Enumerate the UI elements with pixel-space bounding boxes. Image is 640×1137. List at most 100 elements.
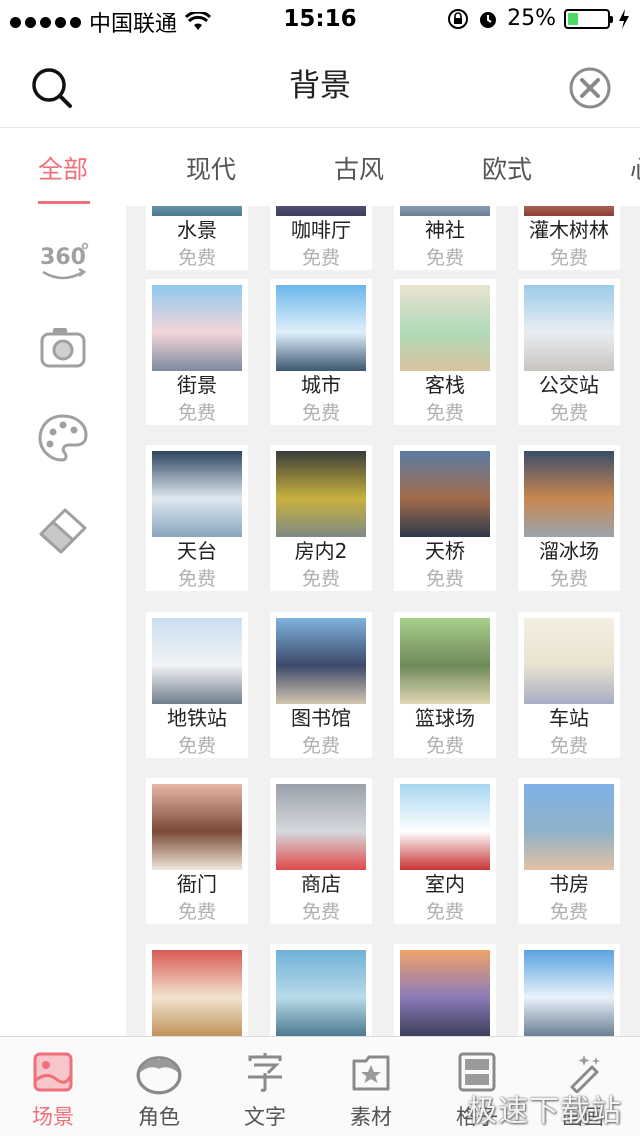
scene-card[interactable]: 街景 免费 xyxy=(146,279,248,425)
scene-card[interactable]: 室内 免费 xyxy=(394,778,496,924)
scene-thumbnail xyxy=(152,285,242,371)
scene-card[interactable] xyxy=(518,944,620,1036)
scene-name: 街景 xyxy=(177,373,217,397)
scene-name: 篮球场 xyxy=(415,706,475,730)
tab-modern[interactable]: 现代 xyxy=(186,150,236,186)
nav-text[interactable]: 文字 xyxy=(212,1037,318,1137)
scene-thumbnail xyxy=(524,618,614,704)
scene-price: 免费 xyxy=(301,901,340,923)
scene-thumbnail xyxy=(400,618,490,704)
nav-material[interactable]: 素材 xyxy=(318,1037,424,1137)
scene-thumbnail xyxy=(152,784,242,870)
scene-price: 免费 xyxy=(425,402,464,424)
scene-price: 免费 xyxy=(549,402,588,424)
text-icon xyxy=(248,1053,282,1092)
alarm-icon xyxy=(480,11,497,28)
scene-name: 咖啡厅 xyxy=(291,218,351,242)
scene-card[interactable]: 天台 免费 xyxy=(146,445,248,591)
scene-card[interactable]: 咖啡厅 免费 xyxy=(270,206,372,270)
scene-card[interactable]: 书房 免费 xyxy=(518,778,620,924)
scene-card[interactable]: 灌木树林 免费 xyxy=(518,206,620,270)
scene-card[interactable]: 图书馆 免费 xyxy=(270,612,372,758)
scene-card[interactable]: 城市 免费 xyxy=(270,279,372,425)
page-title: 背景 xyxy=(289,68,351,104)
nav-label: 素材 xyxy=(350,1105,392,1129)
scene-name: 天台 xyxy=(177,539,217,563)
scene-thumbnail xyxy=(276,950,366,1036)
scene-price: 免费 xyxy=(177,901,216,923)
scene-card[interactable] xyxy=(394,944,496,1036)
scene-icon xyxy=(33,1052,73,1092)
character-icon xyxy=(136,1056,182,1095)
sidebar-camera-button[interactable] xyxy=(33,318,93,378)
scene-card[interactable]: 溜冰场 免费 xyxy=(518,445,620,591)
scene-card[interactable]: 神社 免费 xyxy=(394,206,496,270)
scene-card[interactable]: 天桥 免费 xyxy=(394,445,496,591)
header: 背景 xyxy=(0,40,640,128)
nav-character[interactable]: 角色 xyxy=(106,1037,212,1137)
scene-price: 免费 xyxy=(425,247,464,269)
scene-thumbnail xyxy=(276,784,366,870)
scene-card[interactable]: 商店 免费 xyxy=(270,778,372,924)
scene-card[interactable]: 篮球场 免费 xyxy=(394,612,496,758)
scene-thumbnail xyxy=(524,784,614,870)
sidebar-palette-button[interactable] xyxy=(33,408,93,468)
scene-card[interactable]: 客栈 免费 xyxy=(394,279,496,425)
scene-price: 免费 xyxy=(177,247,216,269)
scene-price: 免费 xyxy=(425,735,464,757)
scene-card[interactable]: 地铁站 免费 xyxy=(146,612,248,758)
tab-european[interactable]: 欧式 xyxy=(482,150,532,186)
scene-card[interactable]: 房内2 免费 xyxy=(270,445,372,591)
category-tabs: 全部 现代 古风 欧式 心 xyxy=(0,130,640,206)
scene-price: 免费 xyxy=(177,735,216,757)
scene-name: 灌木树林 xyxy=(529,218,609,242)
scene-thumbnail xyxy=(152,950,242,1036)
tab-more[interactable]: 心 xyxy=(630,150,640,186)
close-button[interactable] xyxy=(568,66,612,110)
scene-name: 溜冰场 xyxy=(539,539,599,563)
scene-card[interactable]: 衙门 免费 xyxy=(146,778,248,924)
scene-price: 免费 xyxy=(425,568,464,590)
scene-card[interactable]: 车站 免费 xyxy=(518,612,620,758)
nav-scene[interactable]: 场景 xyxy=(0,1037,106,1137)
scene-price: 免费 xyxy=(549,247,588,269)
scene-thumbnail xyxy=(400,285,490,371)
scene-card[interactable]: 水景 免费 xyxy=(146,206,248,270)
scene-name: 水景 xyxy=(177,218,217,242)
scene-price: 免费 xyxy=(301,568,340,590)
tab-all[interactable]: 全部 xyxy=(38,150,88,186)
360-view-icon: 360 xyxy=(40,242,89,280)
scene-name: 神社 xyxy=(425,218,465,242)
scene-card[interactable]: 公交站 免费 xyxy=(518,279,620,425)
sidebar: 360 xyxy=(0,206,126,1036)
scene-grid: 水景 免费 咖啡厅 免费 神社 免费 灌木树林 免费 街景 免费 城市 免费 客栈 免费 公交站 免费 天台 免费… xyxy=(126,206,640,1036)
scene-name: 书房 xyxy=(549,872,589,896)
sidebar-eraser-button[interactable] xyxy=(33,498,93,558)
scene-price: 免费 xyxy=(549,901,588,923)
360-label: 360 xyxy=(40,245,86,270)
rotation-lock-icon xyxy=(448,8,469,29)
scene-thumbnail xyxy=(524,285,614,371)
scene-price: 免费 xyxy=(177,568,216,590)
scene-price: 免费 xyxy=(301,247,340,269)
nav-label: 场景 xyxy=(32,1105,74,1129)
eraser-icon xyxy=(39,508,87,554)
scene-price: 免费 xyxy=(301,402,340,424)
sidebar-360-button[interactable]: 360 xyxy=(33,232,93,292)
palette-icon xyxy=(38,414,88,462)
scene-thumbnail xyxy=(152,618,242,704)
scene-card[interactable] xyxy=(146,944,248,1036)
scene-price: 免费 xyxy=(425,901,464,923)
scene-thumbnail xyxy=(400,784,490,870)
scene-name: 公交站 xyxy=(539,373,599,397)
active-tab-indicator xyxy=(38,201,90,204)
scene-name: 房内2 xyxy=(294,539,348,563)
scene-card[interactable] xyxy=(270,944,372,1036)
scene-price: 免费 xyxy=(549,735,588,757)
scene-name: 客栈 xyxy=(425,373,465,397)
nav-label: 文字 xyxy=(244,1105,286,1129)
tab-ancient[interactable]: 古风 xyxy=(334,150,384,186)
scene-price: 免费 xyxy=(549,568,588,590)
scene-thumbnail xyxy=(524,451,614,537)
nav-label: 角色 xyxy=(138,1105,180,1129)
